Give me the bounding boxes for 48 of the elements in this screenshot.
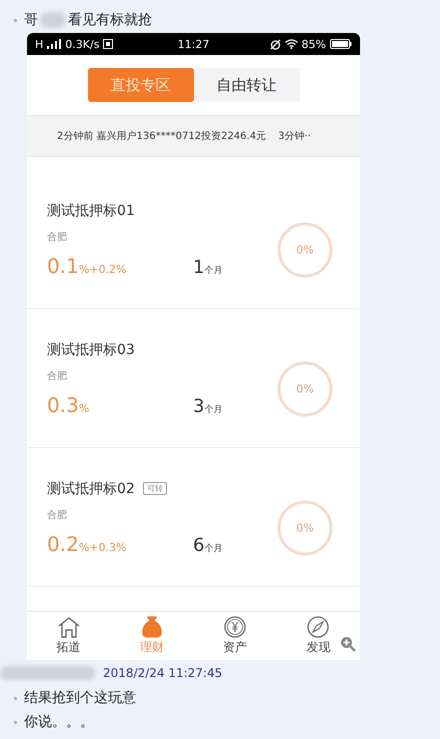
yen-coin-icon [223,616,248,638]
redaction-blur [40,12,66,28]
zoom-in-icon[interactable] [340,636,356,652]
loan-card[interactable]: 测试抵押标02 可转 合肥 0.2%+0.3% 6个月 0% [27,448,360,587]
loan-term: 1个月 [193,256,222,278]
loan-card[interactable]: 测试抵押标01 合肥 0.1%+0.2% 1个月 0% [27,170,360,309]
compass-icon [306,616,330,638]
battery-percent: 85% [302,38,326,50]
message-text: 你说。。。 [24,713,94,731]
tab-item[interactable]: 拓道 [56,616,81,656]
loan-title: 测试抵押标03 [47,340,135,358]
segment-tab[interactable]: 自由转让 [194,68,300,102]
loan-term: 6个月 [193,534,222,556]
network-label: H [35,38,44,50]
message-text: 哥 [24,11,38,29]
loan-title: 测试抵押标01 [47,202,135,220]
loan-city: 合肥 [47,370,68,382]
loan-term: 3个月 [193,396,222,416]
progress-ring [276,220,334,278]
battery-icon [330,39,352,49]
notification-icon [103,39,114,49]
ticker-text: 2分钟前 嘉兴用户136****0712投资2246.4元 [57,130,266,143]
progress-text: 0% [296,521,314,534]
message-text: 看见有标就抢 [68,11,152,29]
transferable-tag: 可转 [142,482,167,495]
progress-ring [276,360,334,418]
money-bag-icon [140,616,164,638]
message-text: 结果抢到个这玩意 [24,689,136,707]
interest-rate: 0.1%+0.2% [47,254,128,278]
message-timestamp: 2018/2/24 11:27:45 [103,666,222,680]
wifi-icon [284,39,298,49]
status-time: 11:27 [178,38,210,50]
signal-icon [47,39,62,49]
ticker-text: 3分钟·· [278,130,311,143]
loan-city: 合肥 [47,508,68,522]
tab-item[interactable]: 资产 [223,616,248,656]
interest-rate: 0.2%+0.3% [47,532,128,556]
tab-item[interactable]: 发现 [306,616,330,656]
progress-ring [276,498,334,556]
loan-city: 合肥 [47,230,68,244]
loan-title: 测试抵押标02 [47,480,135,498]
loan-card[interactable]: 测试抵押标03 合肥 0.3% 3个月 0% [27,309,360,448]
house-icon [56,616,81,638]
network-speed: 0.3K/s [65,38,100,50]
interest-rate: 0.3% [47,392,90,416]
progress-text: 0% [296,243,314,256]
alarm-off-icon [270,38,281,50]
progress-text: 0% [296,382,314,395]
